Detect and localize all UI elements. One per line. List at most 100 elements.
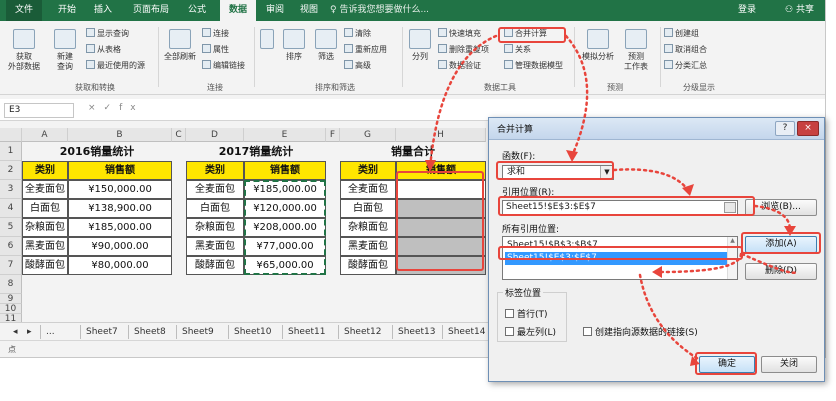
show-query-button[interactable]: 显示查询: [86, 28, 129, 40]
row-header[interactable]: 5: [0, 218, 22, 237]
forecast-sheet-button[interactable]: 预测 工作表: [620, 29, 652, 72]
table-cell-category[interactable]: 黑麦面包: [186, 237, 244, 256]
data-validation-button[interactable]: 数据验证: [438, 60, 481, 72]
sheet-tab[interactable]: Sheet10: [228, 325, 276, 339]
relationships-button[interactable]: 关系: [504, 44, 531, 56]
new-query-button[interactable]: 新建 查询: [48, 29, 82, 72]
manage-data-model-button[interactable]: 管理数据模型: [504, 60, 563, 72]
sheet-tab[interactable]: Sheet8: [128, 325, 171, 339]
check-icon[interactable]: ✓: [104, 103, 120, 113]
table-cell-category[interactable]: 杂粮面包: [186, 218, 244, 237]
column-header[interactable]: D: [186, 128, 244, 142]
row-header[interactable]: 2: [0, 161, 22, 180]
name-box[interactable]: E3: [4, 103, 74, 118]
refresh-all-button[interactable]: 全部刷新: [162, 29, 198, 62]
row-header[interactable]: 1: [0, 142, 22, 161]
table-cell-category[interactable]: 白面包: [22, 199, 68, 218]
delete-button[interactable]: 删除(D): [745, 263, 817, 280]
table-cell-category[interactable]: 杂粮面包: [340, 218, 396, 237]
first-row-checkbox[interactable]: 首行(T): [505, 307, 548, 320]
table-cell-category[interactable]: 全麦面包: [22, 180, 68, 199]
ungroup-button[interactable]: 取消组合: [664, 44, 707, 56]
reapply-button[interactable]: 重新应用: [344, 44, 387, 56]
browse-button[interactable]: 浏览(B)...: [745, 199, 817, 216]
tab-file[interactable]: 文件: [6, 0, 42, 21]
tab-page-layout[interactable]: 页面布局: [126, 0, 176, 21]
fx-icon[interactable]: fx: [119, 103, 144, 113]
sheet-tab[interactable]: Sheet12: [338, 325, 386, 339]
table-cell-sales[interactable]: ¥80,000.00: [68, 256, 172, 275]
column-header[interactable]: F: [326, 128, 340, 142]
tab-view[interactable]: 视图: [294, 0, 324, 21]
filter-button[interactable]: 筛选: [312, 29, 340, 62]
row-header[interactable]: 3: [0, 180, 22, 199]
row-header[interactable]: 10: [0, 304, 22, 314]
sheet-tab[interactable]: Sheet13: [392, 325, 440, 339]
table-cell-sales[interactable]: ¥185,000.00: [68, 218, 172, 237]
row-header[interactable]: 9: [0, 294, 22, 304]
advanced-button[interactable]: 高级: [344, 60, 371, 72]
tab-formulas[interactable]: 公式: [182, 0, 212, 21]
sheet-tab[interactable]: Sheet9: [176, 325, 219, 339]
from-table-button[interactable]: 从表格: [86, 44, 121, 56]
table-cell-sales[interactable]: ¥138,900.00: [68, 199, 172, 218]
split-column-button[interactable]: 分列: [406, 29, 434, 62]
sort-button[interactable]: 排序: [280, 29, 308, 62]
what-if-analysis-button[interactable]: 模拟分析: [578, 29, 618, 62]
row-header[interactable]: 7: [0, 256, 22, 275]
table-cell-sales[interactable]: ¥90,000.00: [68, 237, 172, 256]
sort-icon: [283, 29, 305, 49]
share-button[interactable]: ⚇ 共享: [785, 0, 814, 21]
select-all-corner[interactable]: [0, 128, 22, 142]
row-header[interactable]: 6: [0, 237, 22, 256]
table-cell-category[interactable]: 黑麦面包: [340, 237, 396, 256]
tab-home[interactable]: 开始: [52, 0, 82, 21]
flash-fill-button[interactable]: 快速填充: [438, 28, 481, 40]
cancel-icon[interactable]: ×: [88, 103, 104, 113]
table-cell-category[interactable]: 全麦面包: [340, 180, 396, 199]
remove-duplicates-button[interactable]: 删除重复项: [438, 44, 489, 56]
table-cell-category[interactable]: 杂粮面包: [22, 218, 68, 237]
column-header[interactable]: G: [340, 128, 396, 142]
table-cell-category[interactable]: 酸酵面包: [22, 256, 68, 275]
column-header[interactable]: E: [244, 128, 326, 142]
close-icon[interactable]: ×: [797, 121, 819, 136]
recent-sources-button[interactable]: 最近使用的源: [86, 60, 145, 72]
column-header[interactable]: C: [172, 128, 186, 142]
create-links-checkbox[interactable]: 创建指向源数据的链接(S): [583, 325, 698, 338]
column-header[interactable]: H: [396, 128, 486, 142]
table-cell-category[interactable]: 白面包: [340, 199, 396, 218]
sheet-tab[interactable]: Sheet14: [442, 325, 490, 339]
get-external-data-button[interactable]: 获取 外部数据: [4, 29, 44, 72]
sort-az-button[interactable]: [258, 29, 276, 52]
tab-scroll-right-icon[interactable]: ▸: [22, 325, 37, 339]
table-cell-category[interactable]: 黑麦面包: [22, 237, 68, 256]
table-cell-category[interactable]: 酸酵面包: [186, 256, 244, 275]
subtotal-button[interactable]: 分类汇总: [664, 60, 707, 72]
tell-me-search[interactable]: ♀ 告诉我您想要做什么...: [330, 0, 429, 21]
connections-button[interactable]: 连接: [202, 28, 229, 40]
tab-data[interactable]: 数据: [220, 0, 256, 21]
sheet-tab[interactable]: Sheet11: [282, 325, 330, 339]
properties-button[interactable]: 属性: [202, 44, 229, 56]
row-header[interactable]: 4: [0, 199, 22, 218]
tab-review[interactable]: 审阅: [260, 0, 290, 21]
more-sheets-button[interactable]: ...: [40, 325, 60, 339]
row-header[interactable]: 8: [0, 275, 22, 294]
table-cell-category[interactable]: 酸酵面包: [340, 256, 396, 275]
sheet-tab[interactable]: Sheet7: [80, 325, 123, 339]
edit-links-button[interactable]: 编辑链接: [202, 60, 245, 72]
help-button[interactable]: ?: [775, 121, 795, 136]
table-cell-sales[interactable]: ¥150,000.00: [68, 180, 172, 199]
group-create-button[interactable]: 创建组: [664, 28, 699, 40]
login-link[interactable]: 登录: [738, 0, 756, 21]
left-column-checkbox[interactable]: 最左列(L): [505, 325, 556, 338]
table-cell-category[interactable]: 白面包: [186, 199, 244, 218]
close-button[interactable]: 关闭: [761, 356, 817, 373]
table-cell-category[interactable]: 全麦面包: [186, 180, 244, 199]
column-header[interactable]: A: [22, 128, 68, 142]
clear-button[interactable]: 清除: [344, 28, 371, 40]
column-header[interactable]: B: [68, 128, 172, 142]
tab-insert[interactable]: 插入: [88, 0, 118, 21]
tab-scroll-left-icon[interactable]: ◂: [8, 325, 23, 339]
